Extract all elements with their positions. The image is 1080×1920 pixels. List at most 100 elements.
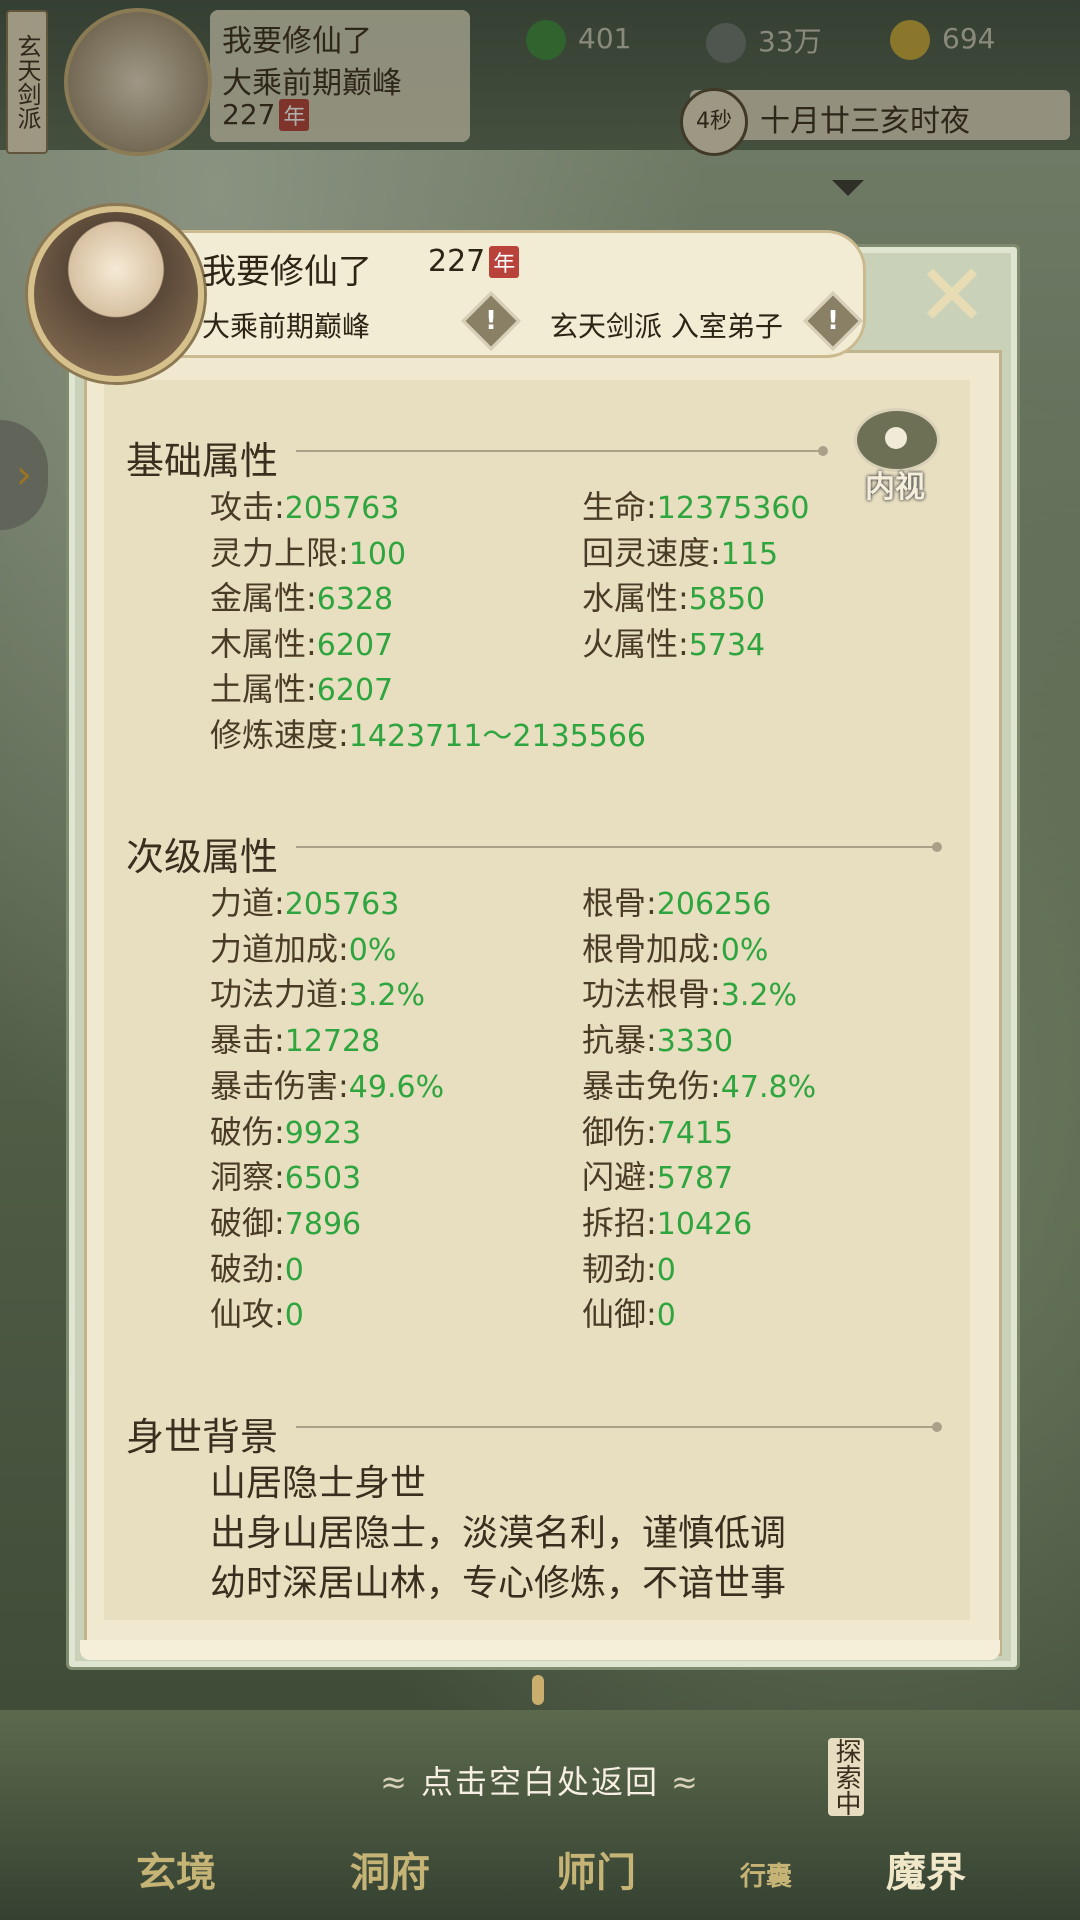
section-divider [296, 446, 828, 456]
stat-value: 0% [348, 932, 397, 968]
stat-label: 回灵速度 [582, 533, 711, 572]
stat-value: 7896 [284, 1206, 362, 1242]
stat-label: 金属性 [210, 579, 307, 617]
nav-xuanjing[interactable]: 玄境 [136, 1840, 216, 1898]
stat-item: 仙御:0 [582, 1295, 676, 1334]
stat-value: 115 [720, 536, 779, 572]
inner-view-label: 内视 [865, 470, 925, 505]
stat-label: 暴击免伤 [582, 1066, 711, 1105]
stat-value: 6503 [284, 1161, 362, 1197]
character-sect: 玄天剑派 入室弟子 [550, 310, 783, 343]
stat-label: 御伤 [582, 1112, 647, 1151]
scroll-bottom-edge [80, 1640, 1000, 1660]
stat-item: 拆招:10426 [582, 1203, 753, 1242]
stat-label: 水属性 [582, 579, 679, 617]
stat-item: 修炼速度:1423711～2135566 [210, 715, 647, 754]
stat-item: 破伤:9923 [210, 1112, 362, 1151]
stat-item: 木属性:6207 [210, 624, 394, 663]
stat-value: 100 [348, 536, 407, 572]
stat-value: 3.2% [348, 978, 426, 1014]
stat-label: 仙御 [582, 1295, 647, 1334]
stat-label: 根骨加成 [582, 929, 711, 968]
stat-value: 0% [720, 932, 769, 968]
stat-value: 12728 [284, 1024, 381, 1060]
stat-item: 破御:7896 [210, 1203, 362, 1242]
stat-value: 10426 [656, 1206, 753, 1242]
stat-item: 洞察:6503 [210, 1158, 362, 1197]
stat-label: 破御 [210, 1203, 275, 1242]
stat-label: 灵力上限 [210, 533, 339, 572]
character-portrait [28, 206, 204, 382]
stat-value: 3.2% [720, 978, 798, 1014]
stat-item: 暴击免伤:47.8% [582, 1066, 817, 1105]
stat-value: 6328 [316, 582, 394, 617]
nav-xingnang[interactable]: 行囊 [740, 1856, 792, 1893]
stat-value: 12375360 [656, 491, 810, 526]
stat-label: 土属性 [210, 670, 307, 708]
year-tag: 年 [489, 246, 520, 278]
stat-label: 暴击 [210, 1021, 275, 1060]
character-age: 227 年 [428, 244, 520, 279]
stat-item: 灵力上限:100 [210, 533, 407, 572]
stat-item: 暴击:12728 [210, 1021, 381, 1060]
stat-label: 拆招 [582, 1203, 647, 1242]
stat-value: 5734 [688, 627, 766, 663]
stat-value: 0 [284, 1252, 304, 1288]
nav-mojie[interactable]: 魔界 [886, 1840, 966, 1898]
nav-shimen[interactable]: 师门 [556, 1840, 636, 1898]
inner-view-button[interactable]: 内视 [846, 408, 942, 505]
stat-item: 回灵速度:115 [582, 533, 779, 572]
close-button[interactable]: ✕ [912, 253, 992, 339]
stat-value: 6207 [316, 627, 394, 663]
stat-item: 闪避:5787 [582, 1158, 734, 1197]
stat-item: 根骨:206256 [582, 884, 772, 922]
return-hint[interactable]: ≈ 点击空白处返回 ≈ [0, 1757, 1080, 1803]
stat-value: 0 [656, 1252, 676, 1288]
stat-label: 洞察 [210, 1158, 275, 1197]
background-line: 幼时深居山林，专心修炼，不谙世事 [210, 1563, 787, 1604]
stat-value: 9923 [284, 1115, 362, 1151]
stat-label: 力道加成 [210, 929, 339, 968]
stat-label: 修炼速度 [210, 715, 339, 754]
stat-label: 火属性 [582, 624, 679, 663]
stat-label: 抗暴 [582, 1021, 647, 1060]
basic-attributes-title: 基础属性 [126, 439, 279, 483]
section-divider [296, 1422, 942, 1432]
background-line: 出身山居隐士，淡漠名利，谨慎低调 [210, 1513, 787, 1554]
stat-label: 力道 [210, 884, 275, 922]
stat-value: 6207 [316, 673, 394, 708]
stat-label: 仙攻 [210, 1295, 275, 1334]
stat-item: 功法根骨:3.2% [582, 975, 798, 1014]
stat-item: 火属性:5734 [582, 624, 766, 663]
ornament-left-icon: ≈ [380, 1763, 409, 1801]
secondary-attributes-title: 次级属性 [126, 835, 279, 879]
stat-item: 功法力道:3.2% [210, 975, 426, 1014]
ornament-right-icon: ≈ [671, 1763, 700, 1801]
stat-item: 破劲:0 [210, 1249, 304, 1288]
stat-value: 7415 [656, 1115, 734, 1151]
stat-item: 暴击伤害:49.6% [210, 1066, 445, 1105]
stat-item: 抗暴:3330 [582, 1021, 734, 1060]
stat-item: 仙攻:0 [210, 1295, 304, 1334]
stat-label: 生命 [582, 488, 647, 526]
stat-value: 49.6% [348, 1069, 445, 1105]
stat-label: 功法根骨 [582, 975, 711, 1014]
stat-value: 1423711～2135566 [348, 718, 647, 754]
stat-value: 205763 [284, 887, 400, 922]
stat-value: 0 [284, 1298, 304, 1334]
stat-item: 水属性:5850 [582, 579, 766, 617]
character-realm: 大乘前期巅峰 [202, 310, 371, 343]
stat-label: 闪避 [582, 1158, 647, 1197]
close-icon: ✕ [915, 246, 989, 346]
stat-label: 木属性 [210, 624, 307, 663]
stat-value: 3330 [656, 1024, 734, 1060]
stat-label: 韧劲 [582, 1249, 647, 1288]
stat-label: 根骨 [582, 884, 647, 922]
nav-dongfu[interactable]: 洞府 [350, 1840, 430, 1898]
background-title: 身世背景 [126, 1415, 279, 1459]
stat-label: 功法力道 [210, 975, 339, 1014]
stat-item: 生命:12375360 [582, 488, 810, 526]
stat-label: 破伤 [210, 1112, 275, 1151]
stat-value: 206256 [656, 887, 772, 922]
stat-label: 暴击伤害 [210, 1066, 339, 1105]
